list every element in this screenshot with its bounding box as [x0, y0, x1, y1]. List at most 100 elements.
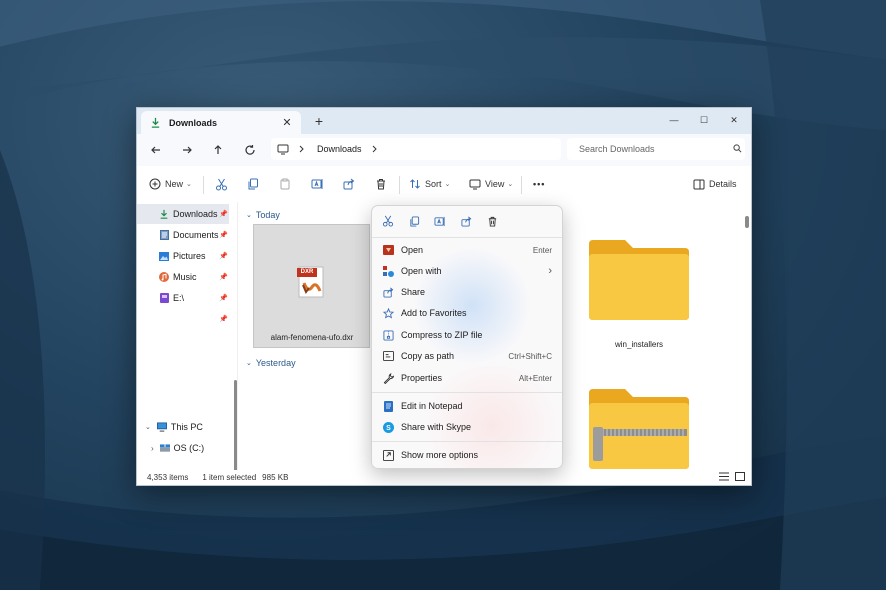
sidebar-item-this-pc[interactable]: ⌄ This PC — [137, 417, 229, 437]
tab-downloads[interactable]: Downloads ✕ — [141, 111, 301, 134]
maximize-button[interactable]: ☐ — [689, 110, 719, 130]
sidebar-item-e-drive[interactable]: E:\ 📌 — [137, 288, 229, 308]
sidebar-item-label: Downloads — [173, 209, 218, 219]
menu-divider — [372, 237, 562, 238]
search-box[interactable] — [567, 138, 745, 160]
menu-item-share-with-skype[interactable]: S Share with Skype — [372, 417, 562, 437]
rename-button[interactable] — [311, 176, 324, 192]
up-button[interactable] — [209, 142, 227, 158]
sidebar-item-music[interactable]: Music 📌 — [137, 267, 229, 287]
svg-text:S: S — [386, 425, 391, 432]
trash-icon[interactable] — [483, 212, 501, 230]
menu-item-open-with[interactable]: Open with › — [372, 261, 562, 281]
group-header-yesterday[interactable]: ⌄ Yesterday — [246, 357, 296, 369]
minimize-button[interactable]: — — [659, 110, 689, 130]
sidebar-item-label: Documents — [173, 230, 219, 240]
chevron-right-icon[interactable] — [299, 145, 305, 153]
sidebar-item-label: Music — [173, 272, 197, 282]
sidebar-item-label: OS (C:) — [173, 443, 205, 453]
sidebar-item-pinned-empty[interactable]: 📌 — [137, 309, 229, 329]
menu-item-label: Copy as path — [401, 351, 455, 361]
sort-label: Sort — [425, 179, 442, 189]
more-options-button[interactable]: ••• — [533, 176, 545, 192]
new-button[interactable]: New ⌄ — [149, 176, 192, 192]
chevron-right-icon[interactable] — [372, 145, 378, 153]
breadcrumb-downloads[interactable]: Downloads — [317, 144, 362, 154]
file-name: alam-fenomena-ufo.dxr — [270, 333, 354, 342]
search-icon[interactable] — [733, 143, 742, 155]
paste-button[interactable] — [279, 176, 291, 192]
selection-size: 985 KB — [262, 473, 289, 482]
menu-divider — [372, 392, 562, 393]
plus-circle-icon — [149, 178, 161, 190]
menu-item-compress-zip[interactable]: Compress to ZIP file — [372, 325, 562, 345]
menu-item-copy-as-path[interactable]: Copy as path Ctrl+Shift+C — [372, 346, 562, 366]
copy-icon[interactable] — [405, 212, 423, 230]
details-button[interactable]: Details — [693, 176, 737, 192]
computer-icon — [156, 422, 167, 432]
folder-tile-win-installers[interactable] — [587, 238, 691, 322]
scissors-icon — [216, 178, 227, 190]
download-icon — [159, 209, 169, 219]
chevron-down-icon: ⌄ — [507, 181, 514, 188]
dxr-badge: DXR — [300, 269, 314, 275]
file-tile-dxr[interactable]: DXR alam-fenomena-ufo.dxr — [253, 224, 370, 348]
pictures-icon — [159, 251, 169, 261]
menu-item-open[interactable]: Open Enter — [372, 240, 562, 260]
chevron-right-icon[interactable]: › — [151, 444, 154, 453]
search-input[interactable] — [577, 143, 721, 155]
context-menu: Open Enter Open with › Share Add to Favo… — [371, 205, 563, 469]
details-view-icon[interactable] — [719, 472, 729, 483]
share-button[interactable] — [343, 176, 355, 192]
menu-item-add-to-favorites[interactable]: Add to Favorites — [372, 303, 562, 323]
navigation-pane: Downloads 📌 Documents 📌 Pictures 📌 Music… — [137, 202, 237, 485]
cut-icon[interactable] — [379, 212, 397, 230]
menu-item-show-more-options[interactable]: Show more options — [372, 445, 562, 465]
menu-item-properties[interactable]: Properties Alt+Enter — [372, 368, 562, 388]
tiles-view-icon[interactable] — [735, 472, 745, 483]
sidebar-item-pictures[interactable]: Pictures 📌 — [137, 246, 229, 266]
view-button[interactable]: View ⌄ — [469, 176, 513, 192]
breadcrumb[interactable]: Downloads — [271, 138, 561, 160]
sidebar-item-os-drive[interactable]: › OS (C:) — [137, 438, 229, 458]
pin-icon: 📌 — [219, 316, 228, 323]
selection-count: 1 item selected — [202, 473, 257, 482]
menu-item-label: Edit in Notepad — [401, 401, 463, 411]
refresh-icon — [245, 145, 255, 155]
copy-button[interactable] — [247, 176, 259, 192]
toolbar-divider — [203, 176, 204, 194]
menu-item-share[interactable]: Share — [372, 282, 562, 302]
details-label: Details — [709, 179, 737, 189]
content-scrollbar[interactable] — [745, 216, 749, 228]
rename-icon — [311, 179, 323, 189]
sort-button[interactable]: Sort ⌄ — [409, 176, 450, 192]
group-header-today[interactable]: ⌄ Today — [246, 209, 280, 221]
close-tab-icon[interactable]: ✕ — [279, 116, 295, 129]
open-with-icon — [382, 265, 394, 277]
sidebar-item-documents[interactable]: Documents 📌 — [137, 225, 229, 245]
cut-button[interactable] — [215, 176, 228, 192]
rename-icon[interactable] — [431, 212, 449, 230]
new-tab-button[interactable]: + — [311, 113, 327, 129]
forward-button[interactable] — [178, 142, 196, 158]
sidebar-item-downloads[interactable]: Downloads 📌 — [137, 204, 229, 224]
close-window-button[interactable]: ✕ — [719, 110, 749, 130]
delete-button[interactable] — [375, 176, 387, 192]
share-icon[interactable] — [457, 212, 475, 230]
zip-folder-tile[interactable] — [587, 387, 691, 469]
wrench-icon — [382, 372, 394, 384]
pin-icon: 📌 — [219, 232, 228, 239]
pin-icon: 📌 — [219, 295, 228, 302]
menu-item-edit-in-notepad[interactable]: Edit in Notepad — [372, 396, 562, 416]
context-quick-actions — [372, 206, 562, 236]
back-button[interactable] — [147, 142, 165, 158]
notepad-icon — [382, 400, 394, 412]
refresh-button[interactable] — [241, 142, 259, 158]
arrow-left-icon — [151, 146, 160, 154]
menu-item-label: Properties — [401, 373, 443, 383]
clipboard-icon — [280, 178, 290, 190]
chevron-down-icon[interactable]: ⌄ — [145, 423, 151, 431]
download-icon — [149, 117, 161, 129]
toolbar-divider — [521, 176, 522, 194]
menu-item-label: Share with Skype — [401, 422, 472, 432]
